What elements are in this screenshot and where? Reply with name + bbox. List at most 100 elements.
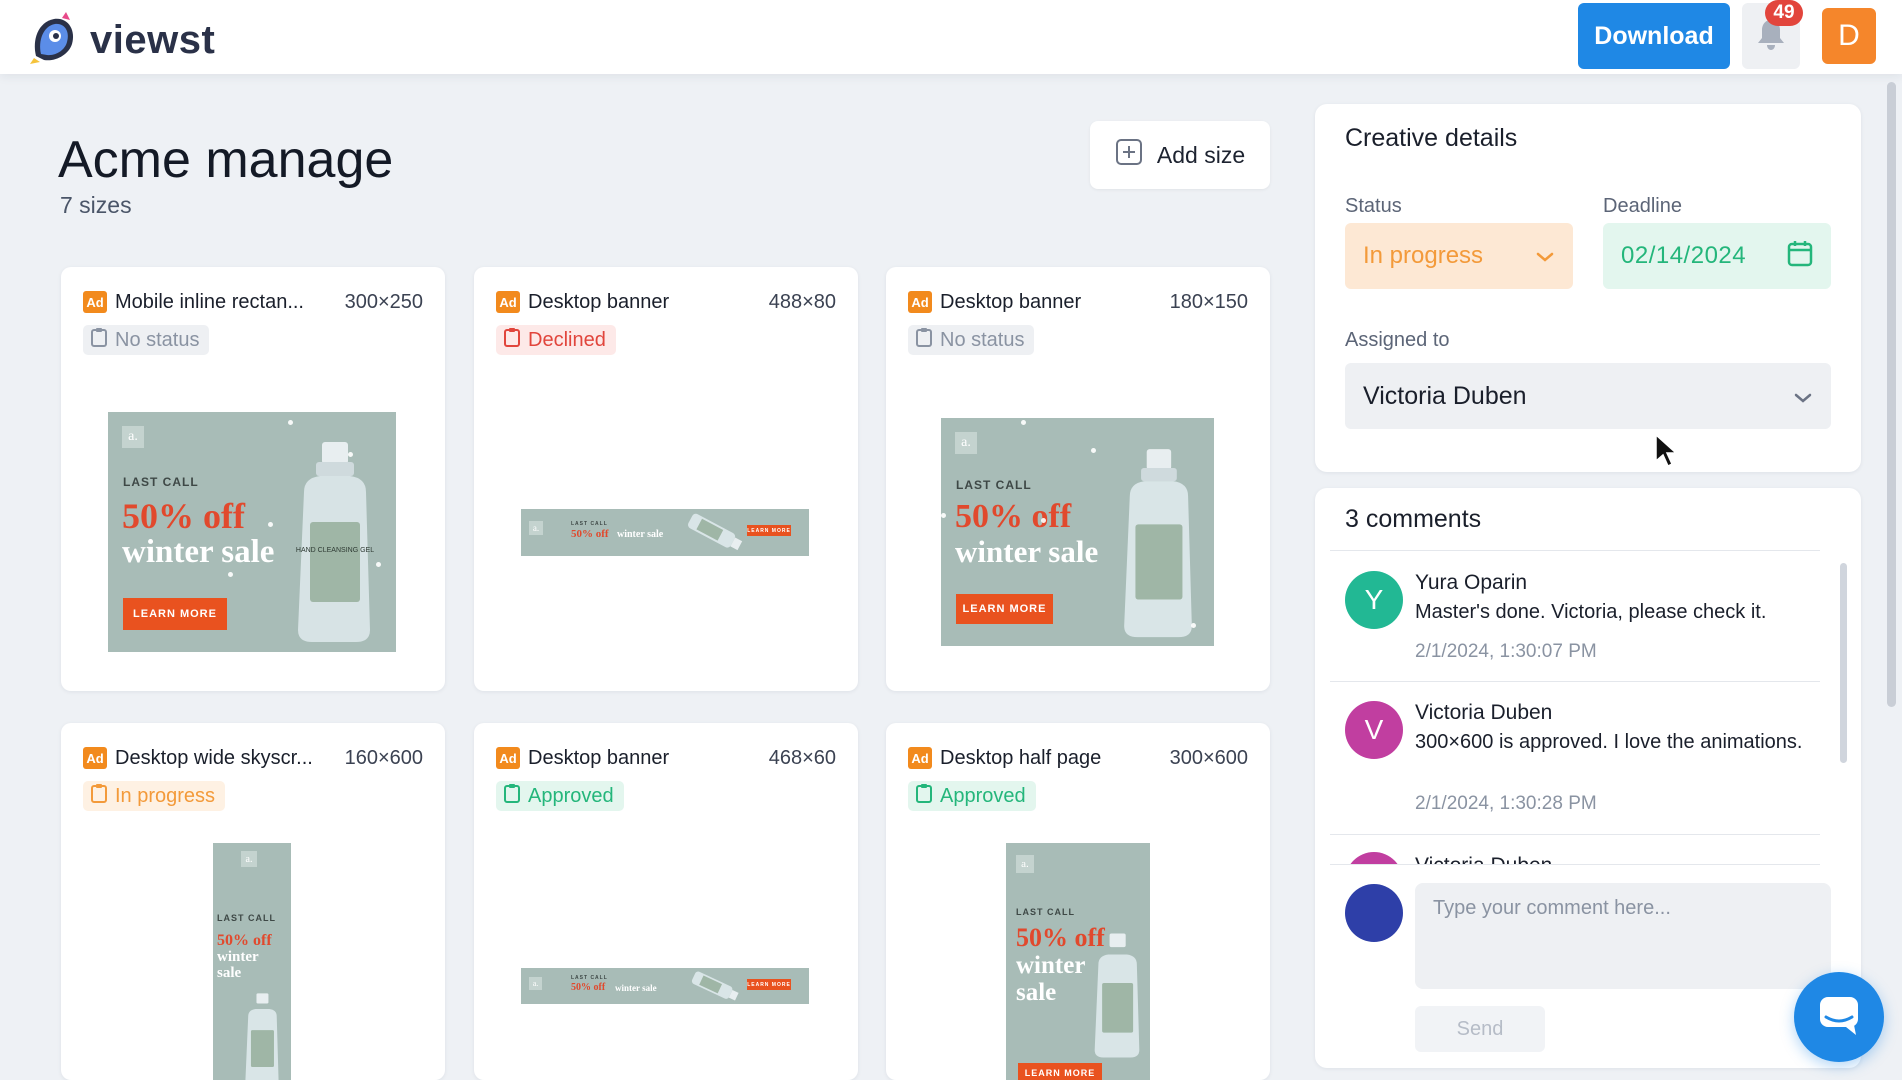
card-name: Desktop banner bbox=[528, 290, 670, 313]
assignee-select[interactable]: Victoria Duben bbox=[1345, 363, 1831, 429]
assignee-value: Victoria Duben bbox=[1363, 381, 1527, 410]
cursor-icon bbox=[1654, 433, 1678, 474]
deadline-label: Deadline bbox=[1603, 195, 1682, 217]
ad-cta: LEARN MORE bbox=[1018, 1063, 1102, 1080]
creative-card[interactable]: Ad Desktop half page 300×600 Approved a.… bbox=[886, 723, 1270, 1080]
creative-card[interactable]: Ad Desktop wide skyscr... 160×600 In pro… bbox=[61, 723, 445, 1080]
bottle-image bbox=[688, 513, 743, 551]
avatar: Y bbox=[1345, 571, 1403, 629]
logo-text: viewst bbox=[90, 18, 216, 62]
card-dimensions: 300×600 bbox=[1169, 746, 1248, 769]
ad-last-call: LAST CALL bbox=[571, 521, 608, 527]
ad-cta: LEARN MORE bbox=[123, 598, 227, 630]
download-button[interactable]: Download bbox=[1578, 3, 1730, 69]
comment-author: Yura Oparin bbox=[1415, 571, 1528, 594]
card-header: Ad Desktop wide skyscr... 160×600 bbox=[83, 743, 423, 773]
ad-discount: 50% off bbox=[217, 932, 272, 949]
ad-headline: winter sale bbox=[615, 983, 657, 993]
ad-last-call: LAST CALL bbox=[217, 913, 276, 923]
assigned-label: Assigned to bbox=[1345, 329, 1450, 351]
brand-mark: a. bbox=[529, 977, 542, 990]
avatar: V bbox=[1345, 701, 1403, 759]
ad-icon: Ad bbox=[496, 747, 520, 769]
send-button[interactable]: Send bbox=[1415, 1006, 1545, 1052]
creative-card[interactable]: Ad Mobile inline rectan... 300×250 No st… bbox=[61, 267, 445, 691]
divider bbox=[1330, 550, 1820, 551]
add-size-button[interactable]: Add size bbox=[1090, 121, 1270, 189]
deadline-field[interactable]: 02/14/2024 bbox=[1603, 223, 1831, 289]
creative-card[interactable]: Ad Desktop banner 468×60 Approved a. LAS… bbox=[474, 723, 858, 1080]
comment-author: Victoria Duben bbox=[1415, 854, 1552, 864]
chat-support-button[interactable] bbox=[1794, 972, 1884, 1062]
status-label: Approved bbox=[940, 784, 1026, 807]
status-badge: No status bbox=[83, 325, 210, 355]
bottle-image bbox=[691, 971, 739, 1001]
comment-input[interactable] bbox=[1415, 883, 1831, 989]
ad-headline: winter sale bbox=[955, 534, 1099, 569]
bottle-image bbox=[1124, 449, 1192, 638]
bottle-image bbox=[1094, 933, 1140, 1058]
ad-preview: a. LAST CALL 50% off winter sale LEARN M… bbox=[108, 412, 396, 652]
comment-item-clipped: Victoria Duben bbox=[1330, 836, 1820, 864]
ad-icon: Ad bbox=[83, 747, 107, 769]
sizes-count: 7 sizes bbox=[60, 192, 132, 218]
card-name: Desktop wide skyscr... bbox=[115, 746, 313, 769]
status-label: No status bbox=[115, 328, 200, 351]
card-dimensions: 160×600 bbox=[344, 746, 423, 769]
comment-item: V Victoria Duben 300×600 is approved. I … bbox=[1345, 701, 1805, 831]
card-dimensions: 488×80 bbox=[768, 290, 836, 313]
card-header: Ad Mobile inline rectan... 300×250 bbox=[83, 287, 423, 317]
comment-text: 300×600 is approved. I love the animatio… bbox=[1415, 731, 1803, 753]
status-label: Approved bbox=[528, 784, 614, 807]
ad-preview: a. LAST CALL 50% off winter sale LEARN M… bbox=[521, 509, 809, 556]
clipboard-icon bbox=[916, 783, 932, 809]
ad-discount: 50% off bbox=[571, 528, 609, 540]
comments-title: 3 comments bbox=[1345, 505, 1482, 533]
chevron-down-icon bbox=[1535, 242, 1555, 270]
status-label: In progress bbox=[115, 784, 216, 807]
brand-mark: a. bbox=[241, 851, 257, 867]
ad-last-call: LAST CALL bbox=[571, 975, 608, 981]
chat-icon bbox=[1816, 993, 1862, 1042]
comments-scrollbar[interactable] bbox=[1840, 563, 1847, 763]
clipboard-icon bbox=[916, 327, 932, 353]
add-size-label: Add size bbox=[1156, 141, 1246, 168]
ad-headline-2: sale bbox=[1016, 979, 1057, 1006]
status-badge: Declined bbox=[496, 325, 616, 355]
divider bbox=[1330, 864, 1820, 865]
top-bar: viewst Download 49 D bbox=[0, 0, 1902, 74]
plus-square-icon bbox=[1115, 138, 1143, 172]
logo[interactable]: viewst bbox=[26, 10, 215, 71]
card-header: Ad Desktop banner 488×80 bbox=[496, 287, 836, 317]
bottle-image: HAND CLEANSING GEL bbox=[296, 442, 374, 642]
calendar-icon[interactable] bbox=[1787, 239, 1813, 274]
brand-mark: a. bbox=[529, 521, 543, 535]
ad-icon: Ad bbox=[83, 291, 107, 313]
divider bbox=[1330, 834, 1820, 835]
page-scrollbar[interactable] bbox=[1887, 82, 1896, 707]
ad-icon: Ad bbox=[496, 291, 520, 313]
creative-card[interactable]: Ad Desktop banner 488×80 Declined a. LAS… bbox=[474, 267, 858, 691]
comment-time: 2/1/2024, 1:30:07 PM bbox=[1415, 641, 1597, 662]
ad-cta: LEARN MORE bbox=[747, 979, 791, 990]
chevron-down-icon bbox=[1793, 382, 1813, 411]
divider bbox=[1330, 681, 1820, 682]
status-badge: No status bbox=[908, 325, 1035, 355]
ad-headline: winter sale bbox=[617, 529, 664, 540]
user-avatar[interactable]: D bbox=[1822, 8, 1876, 64]
status-select[interactable]: In progress bbox=[1345, 223, 1573, 289]
ad-discount: 50% off bbox=[571, 982, 606, 993]
ad-cta: LEARN MORE bbox=[747, 525, 791, 536]
ad-headline-2: sale bbox=[217, 965, 242, 981]
clipboard-icon bbox=[504, 327, 520, 353]
status-badge: Approved bbox=[496, 781, 624, 811]
card-name: Desktop banner bbox=[528, 746, 670, 769]
card-header: Ad Desktop banner 468×60 bbox=[496, 743, 836, 773]
notification-count-badge: 49 bbox=[1765, 0, 1803, 26]
ad-last-call: LAST CALL bbox=[956, 478, 1032, 492]
creative-details-title: Creative details bbox=[1345, 124, 1518, 152]
ad-headline: winter sale bbox=[122, 534, 275, 570]
status-badge: In progress bbox=[83, 781, 226, 811]
status-label: Declined bbox=[528, 328, 606, 351]
creative-card[interactable]: Ad Desktop banner 180×150 No status a. L… bbox=[886, 267, 1270, 691]
